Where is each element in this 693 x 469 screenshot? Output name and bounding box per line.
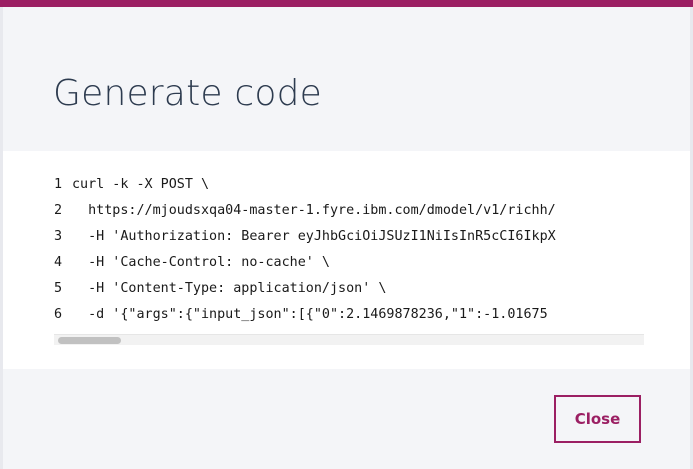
horizontal-scrollbar[interactable] xyxy=(54,334,644,345)
line-number: 3 xyxy=(54,229,63,244)
line-number: 1 xyxy=(54,177,63,192)
code-line: 4 -H 'Cache-Control: no-cache' \ xyxy=(54,255,644,281)
code-viewer[interactable]: 1 curl -k -X POST \ 2 https://mjoudsxqa0… xyxy=(54,177,644,347)
code-line: 6 -d '{"args":{"input_json":[{"0":2.1469… xyxy=(54,307,644,333)
code-line: 3 -H 'Authorization: Bearer eyJhbGciOiJS… xyxy=(54,229,644,255)
line-number: 2 xyxy=(54,203,63,218)
close-button[interactable]: Close xyxy=(554,395,641,443)
dialog-accent-bar xyxy=(0,0,693,7)
code-text: curl -k -X POST \ xyxy=(72,177,210,192)
code-text: -H 'Cache-Control: no-cache' \ xyxy=(72,255,330,270)
code-text: https://mjoudsxqa04-master-1.fyre.ibm.co… xyxy=(72,203,556,218)
code-text: -d '{"args":{"input_json":[{"0":2.146987… xyxy=(72,307,548,322)
code-line: 5 -H 'Content-Type: application/json' \ xyxy=(54,281,644,307)
line-number: 6 xyxy=(54,307,63,322)
generate-code-dialog: Generate code 1 curl -k -X POST \ 2 http… xyxy=(0,0,693,469)
line-number: 4 xyxy=(54,255,63,270)
code-text: -H 'Authorization: Bearer eyJhbGciOiJSUz… xyxy=(72,229,556,244)
code-line: 1 curl -k -X POST \ xyxy=(54,177,644,203)
code-panel: 1 curl -k -X POST \ 2 https://mjoudsxqa0… xyxy=(3,151,690,369)
code-line: 2 https://mjoudsxqa04-master-1.fyre.ibm.… xyxy=(54,203,644,229)
line-number: 5 xyxy=(54,281,63,296)
dialog-title: Generate code xyxy=(53,73,322,114)
code-text: -H 'Content-Type: application/json' \ xyxy=(72,281,387,296)
scrollbar-thumb[interactable] xyxy=(58,337,121,344)
